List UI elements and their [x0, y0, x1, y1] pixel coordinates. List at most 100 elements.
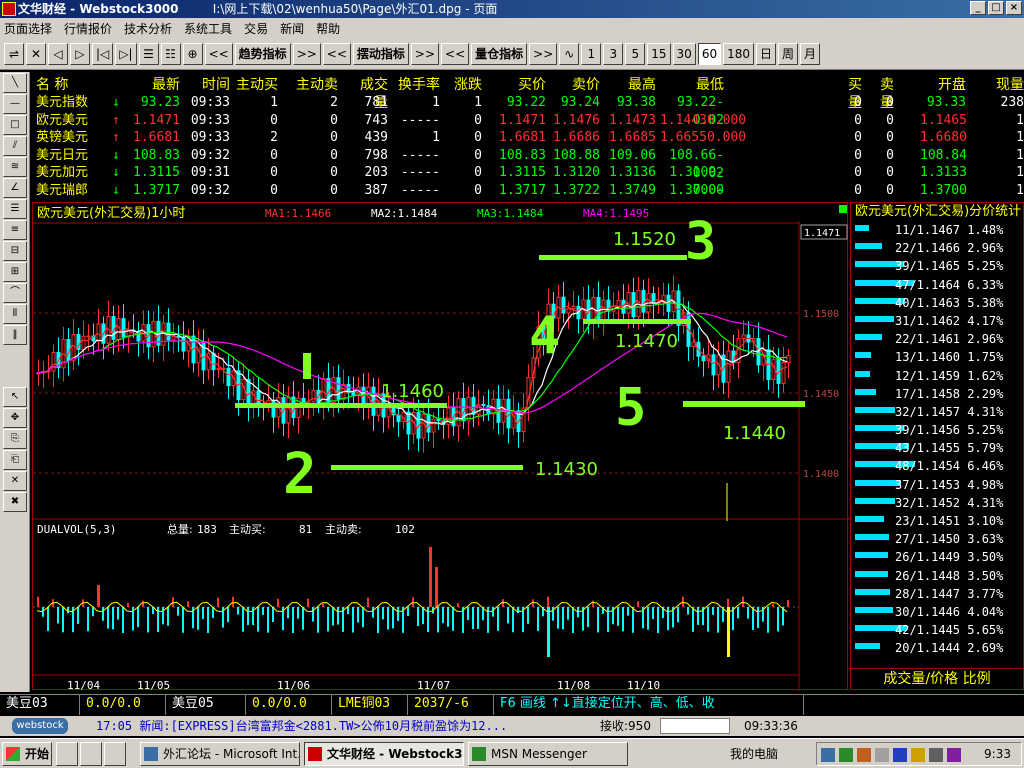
- quote-header-10[interactable]: 最高: [608, 76, 656, 94]
- quote-row[interactable]: 美元加元 ↓ 1.3115 09:31 0 0 203 ----- 0 1.3115 1.3120 1…: [32, 164, 1024, 198]
- quote-row[interactable]: 美元瑞郎 ↓ 1.3717 09:32 0 0 387 ----- 0 1.3717 1.3722 1…: [32, 182, 1024, 200]
- distribution-footer[interactable]: 成交量/价格 比例: [851, 668, 1023, 689]
- layout-icon[interactable]: ☰: [138, 42, 159, 65]
- minimize-button[interactable]: _: [970, 1, 986, 15]
- cycle-tool-icon[interactable]: ⦀: [3, 304, 27, 324]
- news-ticker[interactable]: 17:05 新闻:[EXPRESS]台湾富邦金<2881.TW>公佈10月税前盈…: [96, 716, 507, 736]
- quote-row[interactable]: 英镑美元 ↑ 1.6681 09:33 2 0 439 1 0 1.6681 1.6686 1.668…: [32, 129, 1024, 147]
- quote-header-8[interactable]: 买价: [498, 76, 546, 94]
- quote-header-4[interactable]: 主动卖: [288, 76, 338, 94]
- ticker-2-name[interactable]: 美豆05: [166, 695, 246, 715]
- volume-prev-button[interactable]: <<: [441, 42, 470, 65]
- tray-icon-1[interactable]: [821, 748, 835, 762]
- menu-news[interactable]: 新闻: [280, 20, 304, 37]
- quote-header-3[interactable]: 主动买: [232, 76, 278, 94]
- my-computer-label[interactable]: 我的电脑: [730, 742, 778, 766]
- period-week-button[interactable]: 周: [778, 42, 799, 65]
- gann-tool-icon[interactable]: ∠: [3, 178, 27, 198]
- price-chart-panel[interactable]: 欧元美元(外汇交易)1小时 MA1:1.1466 MA2:1.1484 MA3:…: [32, 202, 849, 692]
- close-button[interactable]: ×: [1006, 1, 1022, 15]
- period-60-button[interactable]: 60: [697, 42, 722, 65]
- tray-icon-5[interactable]: [893, 748, 907, 762]
- browser-icon[interactable]: [104, 742, 126, 766]
- ticker-1-name[interactable]: 美豆03: [0, 695, 80, 715]
- ticker-3-name[interactable]: LME铜03: [332, 695, 408, 715]
- period-30-button[interactable]: 30: [672, 42, 696, 65]
- paste-tool-icon[interactable]: ⎗: [3, 450, 27, 470]
- trend-indicator-button[interactable]: 趋势指标: [234, 42, 291, 65]
- zoom-icon[interactable]: ⊕: [182, 42, 203, 65]
- hline-tool-icon[interactable]: —: [3, 94, 27, 114]
- period-day-button[interactable]: 日: [756, 42, 777, 65]
- tray-icon-8[interactable]: [947, 748, 961, 762]
- fib-tool-icon[interactable]: ≋: [3, 157, 27, 177]
- maximize-button[interactable]: □: [988, 1, 1004, 15]
- levels-tool-icon[interactable]: ☰: [3, 199, 27, 219]
- grid-icon[interactable]: ☷: [160, 42, 181, 65]
- ratio-tool-icon[interactable]: ⊟: [3, 241, 27, 261]
- start-button[interactable]: 开始: [2, 742, 52, 766]
- menu-quotes[interactable]: 行情报价: [64, 20, 112, 37]
- quote-header-1[interactable]: 最新: [112, 76, 180, 94]
- cross-icon[interactable]: ✕: [26, 42, 46, 65]
- quote-header-11[interactable]: 最低: [660, 76, 724, 94]
- channel-tool-icon[interactable]: ⫽: [3, 136, 27, 156]
- quote-row[interactable]: 美元指数 ↓ 93.23 09:33 1 2 781 1 1 93.22 93.24 93.38 93.…: [32, 94, 1024, 128]
- period-month-button[interactable]: 月: [800, 42, 821, 65]
- quote-header-7[interactable]: 涨跌: [450, 76, 482, 94]
- percent-tool-icon[interactable]: ≡: [3, 220, 27, 240]
- task-msn[interactable]: MSN Messenger: [468, 742, 628, 766]
- quote-header-2[interactable]: 时间: [190, 76, 230, 94]
- move-tool-icon[interactable]: ✥: [3, 408, 27, 428]
- qq-icon[interactable]: [56, 742, 78, 766]
- delete-tool-icon[interactable]: ✕: [3, 471, 27, 491]
- swing-prev-button[interactable]: <<: [322, 42, 351, 65]
- menu-help[interactable]: 帮助: [316, 20, 340, 37]
- emoticon-icon[interactable]: [80, 742, 102, 766]
- rect-tool-icon[interactable]: □: [3, 115, 27, 135]
- step-right-icon[interactable]: ▷: [70, 42, 90, 65]
- quote-row[interactable]: 欧元美元 ↑ 1.1471 09:33 0 0 743 ----- 0 1.1471 1.1476 1…: [32, 112, 1024, 130]
- menu-technical[interactable]: 技术分析: [124, 20, 172, 37]
- quote-header-9[interactable]: 卖价: [552, 76, 600, 94]
- period-5-button[interactable]: 5: [625, 42, 646, 65]
- chart-line-icon[interactable]: ∿: [559, 42, 580, 65]
- step-left-icon[interactable]: ◁: [48, 42, 68, 65]
- quote-header-16[interactable]: 现量: [974, 76, 1024, 94]
- menu-page-select[interactable]: 页面选择: [4, 20, 52, 37]
- tray-icon-3[interactable]: [857, 748, 871, 762]
- tray-icon-2[interactable]: [839, 748, 853, 762]
- period-180-button[interactable]: 180: [723, 42, 755, 65]
- menu-tools[interactable]: 系统工具: [184, 20, 232, 37]
- task-forum-browser[interactable]: 外汇论坛 - Microsoft Int...: [140, 742, 300, 766]
- quote-header-15[interactable]: 开盘: [920, 76, 966, 94]
- line-icon[interactable]: ⇌: [4, 42, 24, 65]
- trend-next-button[interactable]: >>: [292, 42, 321, 65]
- tray-icon-7[interactable]: [929, 748, 943, 762]
- period-1-button[interactable]: 1: [581, 42, 602, 65]
- menu-trade[interactable]: 交易: [244, 20, 268, 37]
- time-tool-icon[interactable]: ‖: [3, 325, 27, 345]
- first-icon[interactable]: |◁: [92, 42, 114, 65]
- line-tool-icon[interactable]: ╲: [3, 73, 27, 93]
- copy-tool-icon[interactable]: ⎘: [3, 429, 27, 449]
- volume-next-button[interactable]: >>: [529, 42, 558, 65]
- volume-indicator-button[interactable]: 量仓指标: [471, 42, 528, 65]
- speed-tool-icon[interactable]: ⊞: [3, 262, 27, 282]
- tray-icon-4[interactable]: [875, 748, 889, 762]
- tray-icon-6[interactable]: [911, 748, 925, 762]
- last-icon[interactable]: ▷|: [115, 42, 137, 65]
- price-chart[interactable]: 欧元美元(外汇交易)1小时 MA1:1.1466 MA2:1.1484 MA3:…: [33, 203, 849, 692]
- trend-prev-button[interactable]: <<: [204, 42, 233, 65]
- delete-all-tool-icon[interactable]: ✖: [3, 492, 27, 512]
- quote-row[interactable]: 美元日元 ↓ 108.83 09:32 0 0 798 ----- 0 108.83 108.88 1…: [32, 147, 1024, 181]
- arc-tool-icon[interactable]: ⌒: [3, 283, 27, 303]
- period-15-button[interactable]: 15: [647, 42, 671, 65]
- pointer-tool-icon[interactable]: ↖: [3, 387, 27, 407]
- quote-header-0[interactable]: 名 称: [36, 76, 108, 94]
- task-webstock[interactable]: 文华财经 - Webstock30...: [304, 742, 464, 766]
- period-3-button[interactable]: 3: [603, 42, 624, 65]
- quote-header-6[interactable]: 换手率: [390, 76, 440, 94]
- swing-next-button[interactable]: >>: [410, 42, 440, 65]
- swing-indicator-button[interactable]: 摆动指标: [352, 42, 409, 65]
